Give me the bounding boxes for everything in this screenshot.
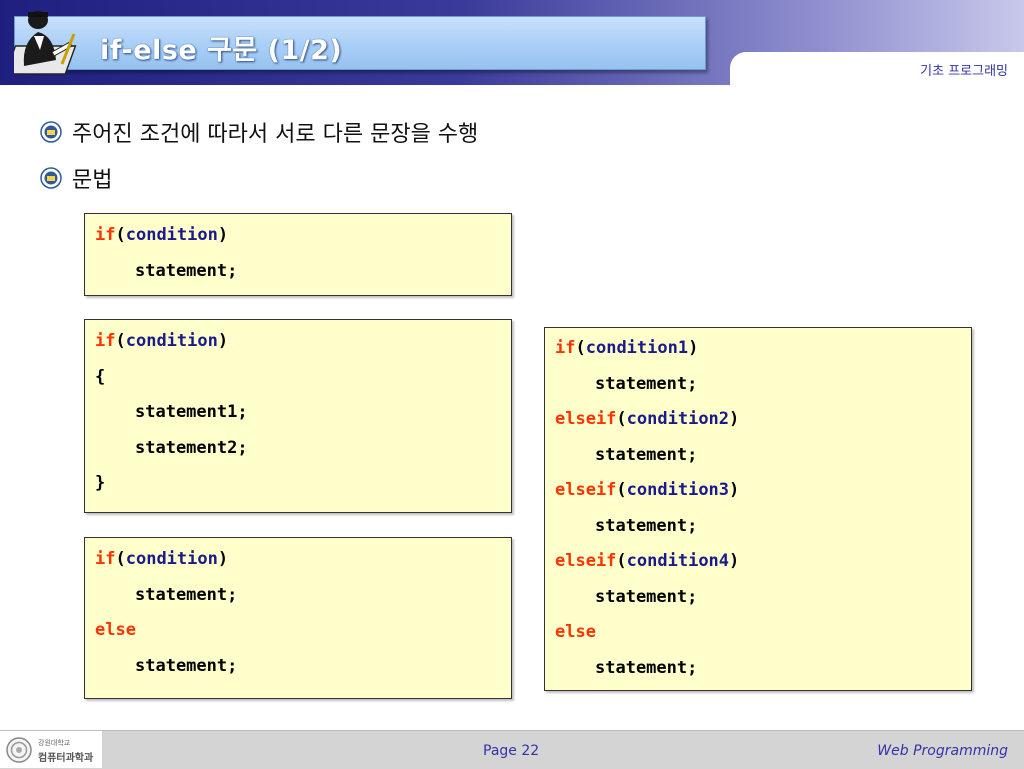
course-name: 기초 프로그래밍 [920,64,1008,79]
code-keyword: if [95,331,116,351]
code-statement: statement; [595,657,698,678]
bullet-item: 주어진 조건에 따라서 서로 다른 문장을 수행 [40,116,478,148]
page-number: Page 22 [483,743,540,759]
code-condition: condition4 [626,551,730,571]
code-paren: ) [729,409,740,429]
page-title: if-else 구문 (1/2) [100,35,343,66]
code-brace-close: } [95,473,106,493]
seal-bullet-icon [40,167,62,189]
code-keyword: if [555,338,576,358]
code-keyword: else [555,622,596,642]
code-paren: ( [616,409,627,429]
code-line: elseif(condition2) [555,402,971,438]
code-condition: condition1 [585,338,689,358]
code-statement: statement; [135,584,238,605]
code-paren: ( [115,549,126,569]
code-keyword: elseif [555,480,617,500]
code-statement: statement; [135,260,238,281]
code-box-if: if(condition) statement; [84,213,512,296]
code-line: if(condition) [95,542,511,578]
footer-course-name: Web Programming [877,743,1008,759]
code-condition: condition [125,331,218,351]
code-box-if-block: if(condition) { statement1; statement2; … [84,319,512,513]
code-paren: ( [115,225,126,245]
code-statement: statement; [595,373,698,394]
code-keyword: else [95,620,136,640]
bullet-text: 주어진 조건에 따라서 서로 다른 문장을 수행 [72,122,479,147]
code-line: if(condition1) [555,331,971,367]
code-statement: statement; [135,655,238,676]
code-statement: statement; [595,515,698,536]
code-paren: ) [217,225,229,245]
code-brace-open: { [95,366,106,387]
code-keyword: if [95,549,116,569]
bullet-text: 문법 [72,168,113,193]
code-line: if(condition) [95,218,511,254]
code-box-if-else: if(condition) statement; else statement; [84,537,512,699]
code-statement: statement; [595,586,698,607]
code-paren: ) [217,331,229,351]
code-line: elseif(condition4) [555,544,971,580]
logo-university-name: 강원대학교 [38,739,71,747]
code-paren: ( [115,331,126,351]
code-paren: ) [729,551,740,571]
code-line: elseif(condition3) [555,473,971,509]
code-paren: ( [575,338,586,358]
code-paren: ) [729,480,740,500]
code-condition: condition [125,225,218,245]
code-condition: condition2 [626,409,730,429]
code-statement: statement1; [135,402,248,422]
code-condition: condition3 [626,480,730,500]
code-box-elseif-chain: if(condition1) statement; elseif(conditi… [544,327,972,691]
logo-department-name: 컴퓨터과학과 [38,753,94,764]
code-keyword: elseif [555,409,617,429]
code-line: if(condition) [95,324,511,360]
code-keyword: if [95,225,116,245]
university-seal-icon [6,737,32,763]
code-condition: condition [125,549,218,569]
seal-bullet-icon [40,121,62,143]
bullet-item: 문법 [40,162,112,194]
code-paren: ( [616,551,627,571]
code-statement: statement; [595,444,698,465]
code-paren: ) [217,549,229,569]
code-paren: ( [616,480,627,500]
code-statement: statement2; [135,437,248,458]
code-keyword: elseif [555,551,617,571]
person-writing-icon [14,11,77,75]
code-paren: ) [688,338,699,358]
